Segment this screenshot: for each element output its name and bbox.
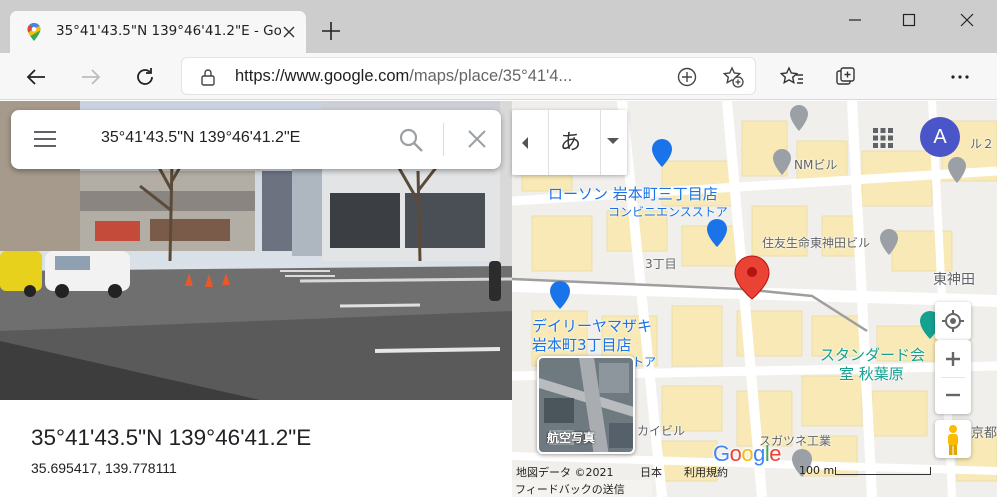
map-label-standard-1[interactable]: スタンダード会 — [820, 344, 925, 365]
new-tab-icon[interactable] — [319, 19, 343, 43]
map-label-sumitomo[interactable]: 住友生命東神田ビル — [762, 234, 870, 251]
pegman-icon — [948, 425, 958, 455]
address-bar[interactable]: https://www.google.com/maps/place/35°41'… — [181, 57, 756, 95]
url-path: /maps/place/35°41'4... — [409, 67, 573, 85]
close-icon — [960, 13, 974, 27]
map-footer: 地図データ ©2021 日本 利用規約 100 m — [512, 462, 997, 480]
forward-arrow-icon — [82, 69, 101, 85]
search-divider — [443, 123, 444, 156]
search-input[interactable] — [101, 129, 381, 147]
place-info-panel: 35°41'43.5"N 139°46'41.2"E 35.695417, 13… — [0, 400, 512, 497]
apps-grid-icon[interactable] — [872, 127, 894, 149]
arrow-left-icon[interactable] — [520, 136, 530, 150]
back-arrow-icon — [26, 69, 45, 85]
crosshair-icon — [942, 310, 964, 332]
chevron-down-icon[interactable] — [606, 136, 620, 146]
maximize-icon — [902, 13, 916, 27]
browser-tab[interactable]: 35°41'43.5"N 139°46'41.2"E - Google Maps — [10, 11, 306, 53]
zoom-out-icon[interactable] — [935, 377, 971, 414]
minimize-icon — [849, 19, 861, 21]
add-favorite-icon[interactable] — [722, 66, 744, 88]
map-label-higashikanda: 東神田 — [933, 272, 975, 288]
title-bar: 35°41'43.5"N 139°46'41.2"E - Google Maps — [0, 0, 997, 53]
region-link[interactable]: 日本 — [640, 464, 662, 480]
close-icon[interactable] — [465, 127, 489, 151]
minimize-button[interactable] — [832, 6, 878, 34]
feedback-link[interactable]: フィードバックの送信 — [515, 481, 625, 497]
map-label-daily-1[interactable]: デイリーヤマザキ — [532, 315, 652, 336]
my-location-button[interactable] — [935, 302, 971, 340]
favorites-button[interactable] — [776, 61, 808, 93]
ime-separator — [548, 110, 549, 175]
close-window-button[interactable] — [944, 6, 990, 34]
scale-bar — [835, 467, 931, 475]
zoom-plus-icon[interactable] — [676, 66, 698, 88]
map-label-lawson-sub: コンビニエンスストア — [608, 205, 728, 219]
tab-title: 35°41'43.5"N 139°46'41.2"E - Google Maps — [56, 23, 281, 39]
place-title: 35°41'43.5"N 139°46'41.2"E — [31, 425, 312, 450]
browser-toolbar: https://www.google.com/maps/place/35°41'… — [0, 53, 997, 100]
url-text[interactable]: https://www.google.com/maps/place/35°41'… — [235, 67, 665, 86]
map-label-standard-2[interactable]: 室 秋葉原 — [839, 363, 904, 384]
terms-link[interactable]: 利用規約 — [684, 464, 728, 480]
search-icon[interactable] — [398, 127, 424, 153]
lock-icon[interactable] — [200, 68, 216, 86]
collections-button[interactable] — [830, 61, 862, 93]
ime-toolbar: あ — [512, 110, 627, 175]
refresh-button[interactable] — [129, 61, 161, 93]
tab-close-icon[interactable] — [280, 23, 298, 41]
ime-separator-2 — [600, 110, 601, 175]
maximize-button[interactable] — [886, 6, 932, 34]
map-label-3chome: 3丁目 — [645, 257, 677, 271]
map-label-lawson[interactable]: ローソン 岩本町三丁目店 — [548, 183, 718, 204]
map-label-kaibiru[interactable]: カイビル — [637, 422, 685, 439]
more-dots-icon — [951, 75, 969, 79]
menu-icon[interactable] — [33, 129, 57, 149]
pegman-button[interactable] — [935, 420, 971, 458]
favorites-icon — [780, 66, 803, 84]
refresh-icon — [137, 68, 153, 85]
map-label-daily-2[interactable]: 岩本町3丁目店 — [532, 334, 632, 355]
back-button[interactable] — [20, 61, 52, 93]
map-data-attribution: 地図データ ©2021 — [516, 466, 614, 479]
settings-menu-button[interactable] — [944, 61, 976, 93]
satellite-toggle[interactable]: 航空写真 — [537, 356, 635, 454]
collections-icon — [836, 67, 855, 85]
url-host: https://www.google.com — [235, 67, 410, 85]
zoom-control — [935, 340, 971, 414]
ime-mode[interactable]: あ — [560, 126, 581, 156]
map-label-nm-building[interactable]: NMビル — [794, 156, 837, 173]
feedback-bar: フィードバックの送信 — [512, 480, 652, 497]
maps-favicon-icon — [27, 23, 41, 41]
forward-button[interactable] — [75, 61, 107, 93]
map-label-kyoto: 京都 — [971, 426, 997, 441]
avatar[interactable]: A — [920, 117, 960, 157]
scale-label[interactable]: 100 m — [799, 464, 834, 477]
zoom-in-icon[interactable] — [935, 340, 971, 377]
decimal-coordinates: 35.695417, 139.778111 — [31, 460, 177, 476]
search-box — [11, 110, 501, 169]
satellite-label: 航空写真 — [547, 431, 596, 445]
map-label-ru2: ル２ — [970, 137, 995, 151]
